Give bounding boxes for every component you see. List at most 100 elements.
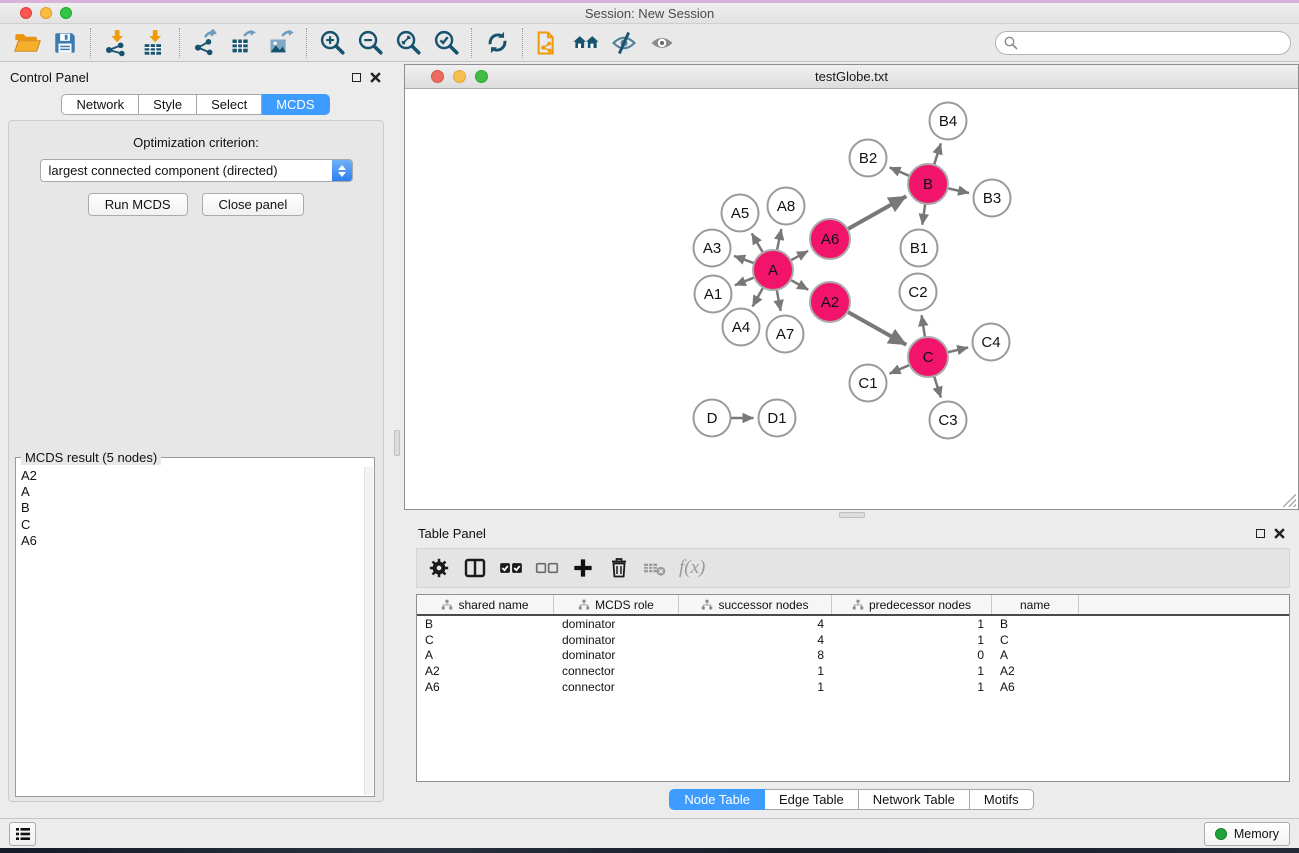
mcds-result-item[interactable]: A6 bbox=[21, 533, 364, 549]
graph-node[interactable]: D1 bbox=[759, 400, 796, 437]
deselect-all-button[interactable] bbox=[531, 552, 563, 584]
zoom-in-button[interactable] bbox=[313, 26, 351, 60]
tab-network[interactable]: Network bbox=[61, 94, 139, 115]
graph-node[interactable]: B4 bbox=[930, 103, 967, 140]
graph-node[interactable]: B2 bbox=[850, 140, 887, 177]
graph-edge[interactable] bbox=[790, 280, 808, 290]
horizontal-splitter[interactable] bbox=[404, 510, 1299, 520]
network-graph[interactable]: B4 B2 B B3 A5A8A6 B1 A3 A A1 A2 C2 A4A7 C C4 C1 C3 D D1 bbox=[405, 89, 1298, 510]
graph-edge[interactable] bbox=[890, 365, 910, 374]
graph-node[interactable]: C2 bbox=[900, 274, 937, 311]
zoom-out-button[interactable] bbox=[351, 26, 389, 60]
graph-node[interactable]: A4 bbox=[723, 309, 760, 346]
new-network-from-file-button[interactable] bbox=[529, 26, 567, 60]
graph-edge[interactable] bbox=[753, 287, 764, 306]
graph-node[interactable]: C4 bbox=[973, 324, 1010, 361]
graph-edge[interactable] bbox=[777, 290, 781, 311]
show-columns-button[interactable] bbox=[459, 552, 491, 584]
tab-network-table[interactable]: Network Table bbox=[859, 789, 970, 810]
tab-edge-table[interactable]: Edge Table bbox=[765, 789, 859, 810]
delete-column-button[interactable] bbox=[603, 552, 635, 584]
float-panel-icon[interactable] bbox=[1256, 529, 1265, 538]
export-table-button[interactable] bbox=[224, 26, 262, 60]
graph-edge[interactable] bbox=[890, 167, 910, 176]
column-header-successor-nodes[interactable]: successor nodes bbox=[679, 595, 832, 614]
graph-node[interactable]: C1 bbox=[850, 365, 887, 402]
close-panel-icon[interactable] bbox=[370, 72, 381, 83]
graph-node[interactable]: A6 bbox=[810, 219, 850, 259]
memory-button[interactable]: Memory bbox=[1204, 822, 1290, 846]
table-row[interactable]: Bdominator41B bbox=[417, 616, 1289, 632]
home-button[interactable] bbox=[567, 26, 605, 60]
refresh-button[interactable] bbox=[478, 26, 516, 60]
network-window-titlebar[interactable]: testGlobe.txt bbox=[405, 65, 1298, 89]
tab-select[interactable]: Select bbox=[197, 94, 262, 115]
graph-edge[interactable] bbox=[847, 196, 906, 229]
graph-node[interactable]: C bbox=[908, 337, 948, 377]
graph-node[interactable]: B3 bbox=[974, 180, 1011, 217]
graph-node[interactable]: C3 bbox=[930, 402, 967, 439]
graph-node[interactable]: B1 bbox=[901, 230, 938, 267]
graph-node[interactable]: A8 bbox=[768, 188, 805, 225]
table-row[interactable]: A2connector11A2 bbox=[417, 663, 1289, 679]
graph-edge[interactable] bbox=[922, 315, 925, 337]
tab-mcds[interactable]: MCDS bbox=[262, 94, 329, 115]
table-row[interactable]: Adominator80A bbox=[417, 648, 1289, 664]
graph-edge[interactable] bbox=[922, 204, 925, 225]
import-network-button[interactable] bbox=[97, 26, 135, 60]
table-row[interactable]: Cdominator41C bbox=[417, 632, 1289, 648]
graph-node[interactable]: A7 bbox=[767, 316, 804, 353]
hide-graphics-details-button[interactable] bbox=[605, 26, 643, 60]
close-panel-button[interactable]: Close panel bbox=[202, 193, 305, 216]
result-scrollbar[interactable] bbox=[364, 467, 373, 795]
mcds-result-item[interactable]: C bbox=[21, 517, 364, 533]
graph-edge[interactable] bbox=[947, 347, 968, 352]
column-header-name[interactable]: name bbox=[992, 595, 1079, 614]
run-mcds-button[interactable]: Run MCDS bbox=[88, 193, 188, 216]
import-table-button[interactable] bbox=[135, 26, 173, 60]
tab-style[interactable]: Style bbox=[139, 94, 197, 115]
zoom-fit-button[interactable] bbox=[389, 26, 427, 60]
resize-grip-icon[interactable] bbox=[1283, 494, 1296, 507]
graph-node[interactable]: A1 bbox=[695, 276, 732, 313]
mcds-result-item[interactable]: A bbox=[21, 484, 364, 500]
graph-node[interactable]: A2 bbox=[810, 282, 850, 322]
open-session-button[interactable] bbox=[8, 26, 46, 60]
vertical-splitter[interactable] bbox=[391, 62, 404, 818]
tab-motifs[interactable]: Motifs bbox=[970, 789, 1034, 810]
table-row[interactable]: A6connector11A6 bbox=[417, 679, 1289, 695]
graph-node[interactable]: A3 bbox=[694, 230, 731, 267]
delete-table-button[interactable] bbox=[639, 552, 671, 584]
criterion-select[interactable]: largest connected component (directed) bbox=[40, 159, 353, 182]
column-header-mcds-role[interactable]: MCDS role bbox=[554, 595, 679, 614]
graph-edge[interactable] bbox=[934, 376, 941, 398]
mcds-result-item[interactable]: A2 bbox=[21, 468, 364, 484]
export-image-button[interactable] bbox=[262, 26, 300, 60]
graph-edge[interactable] bbox=[847, 312, 906, 345]
export-network-button[interactable] bbox=[186, 26, 224, 60]
graph-node[interactable]: B bbox=[908, 164, 948, 204]
column-header-predecessor-nodes[interactable]: predecessor nodes bbox=[832, 595, 992, 614]
table-settings-button[interactable] bbox=[423, 552, 455, 584]
search-input[interactable] bbox=[995, 31, 1291, 55]
graph-node[interactable]: D bbox=[694, 400, 731, 437]
graph-edge[interactable] bbox=[934, 143, 941, 165]
close-panel-icon[interactable] bbox=[1274, 528, 1285, 539]
show-graphics-details-button[interactable] bbox=[643, 26, 681, 60]
network-canvas[interactable]: B4 B2 B B3 A5A8A6 B1 A3 A A1 A2 C2 A4A7 C C4 C1 C3 D D1 bbox=[405, 89, 1298, 509]
select-all-button[interactable] bbox=[495, 552, 527, 584]
function-builder-button[interactable]: f(x) bbox=[675, 557, 709, 579]
graph-edge[interactable] bbox=[752, 233, 763, 252]
graph-edge[interactable] bbox=[948, 188, 970, 193]
save-session-button[interactable] bbox=[46, 26, 84, 60]
panel-menu-button[interactable] bbox=[9, 822, 36, 846]
graph-node[interactable]: A5 bbox=[722, 195, 759, 232]
graph-edge[interactable] bbox=[777, 229, 781, 250]
graph-edge[interactable] bbox=[735, 277, 755, 285]
graph-edge[interactable] bbox=[791, 251, 808, 261]
graph-node[interactable]: A bbox=[753, 250, 793, 290]
tab-node-table[interactable]: Node Table bbox=[669, 789, 765, 810]
splitter-handle[interactable] bbox=[394, 430, 400, 456]
create-column-button[interactable] bbox=[567, 552, 599, 584]
zoom-selected-button[interactable] bbox=[427, 26, 465, 60]
